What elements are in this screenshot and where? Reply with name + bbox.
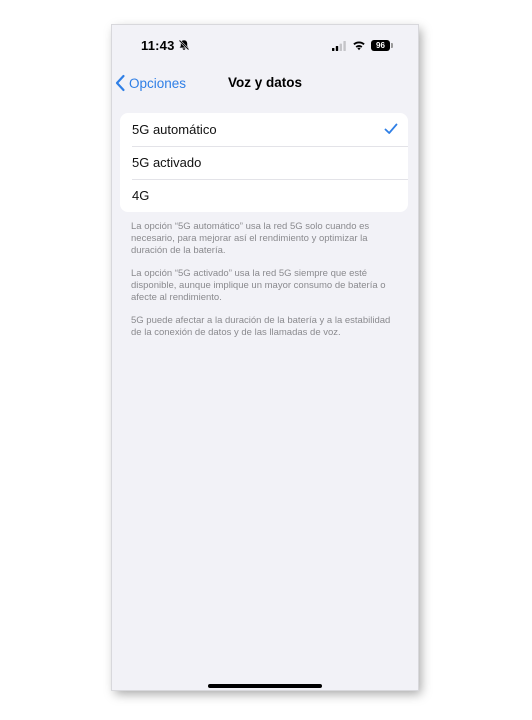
option-label: 5G activado [132, 155, 202, 170]
back-button-label: Opciones [129, 75, 187, 91]
back-button[interactable]: Opciones [114, 71, 186, 95]
option-label: 4G [132, 188, 150, 203]
home-indicator[interactable] [208, 684, 322, 688]
phone-screen: 11:43 96 Voz y datos Opciones 5G automát… [112, 25, 418, 690]
navigation-bar: Voz y datos Opciones [112, 65, 418, 99]
status-bar: 11:43 96 [112, 25, 418, 65]
battery-cap [391, 43, 393, 48]
note-5g-auto: La opción “5G automático” usa la red 5G … [131, 221, 370, 256]
chevron-left-icon [115, 74, 125, 92]
signal-icon [332, 41, 346, 51]
option-4g[interactable]: 4G [120, 179, 408, 212]
bell-slash-icon [178, 39, 190, 51]
option-5g-auto[interactable]: 5G automático [120, 113, 408, 146]
note-battery: 5G puede afectar a la duración de la bat… [131, 315, 391, 338]
screenshot-canvas: 11:43 96 Voz y datos Opciones 5G automát… [0, 0, 532, 720]
status-time: 11:43 [141, 38, 175, 53]
network-options-list: 5G automático 5G activado 4G [120, 113, 408, 212]
footer-notes: La opción “5G automático” usa la red 5G … [131, 221, 403, 350]
option-5g-on[interactable]: 5G activado [120, 146, 408, 179]
note-5g-on: La opción “5G activado” usa la red 5G si… [131, 268, 386, 303]
checkmark-icon [384, 123, 398, 134]
wifi-icon [353, 41, 365, 51]
battery-icon: 96 [371, 40, 390, 51]
option-label: 5G automático [132, 122, 217, 137]
